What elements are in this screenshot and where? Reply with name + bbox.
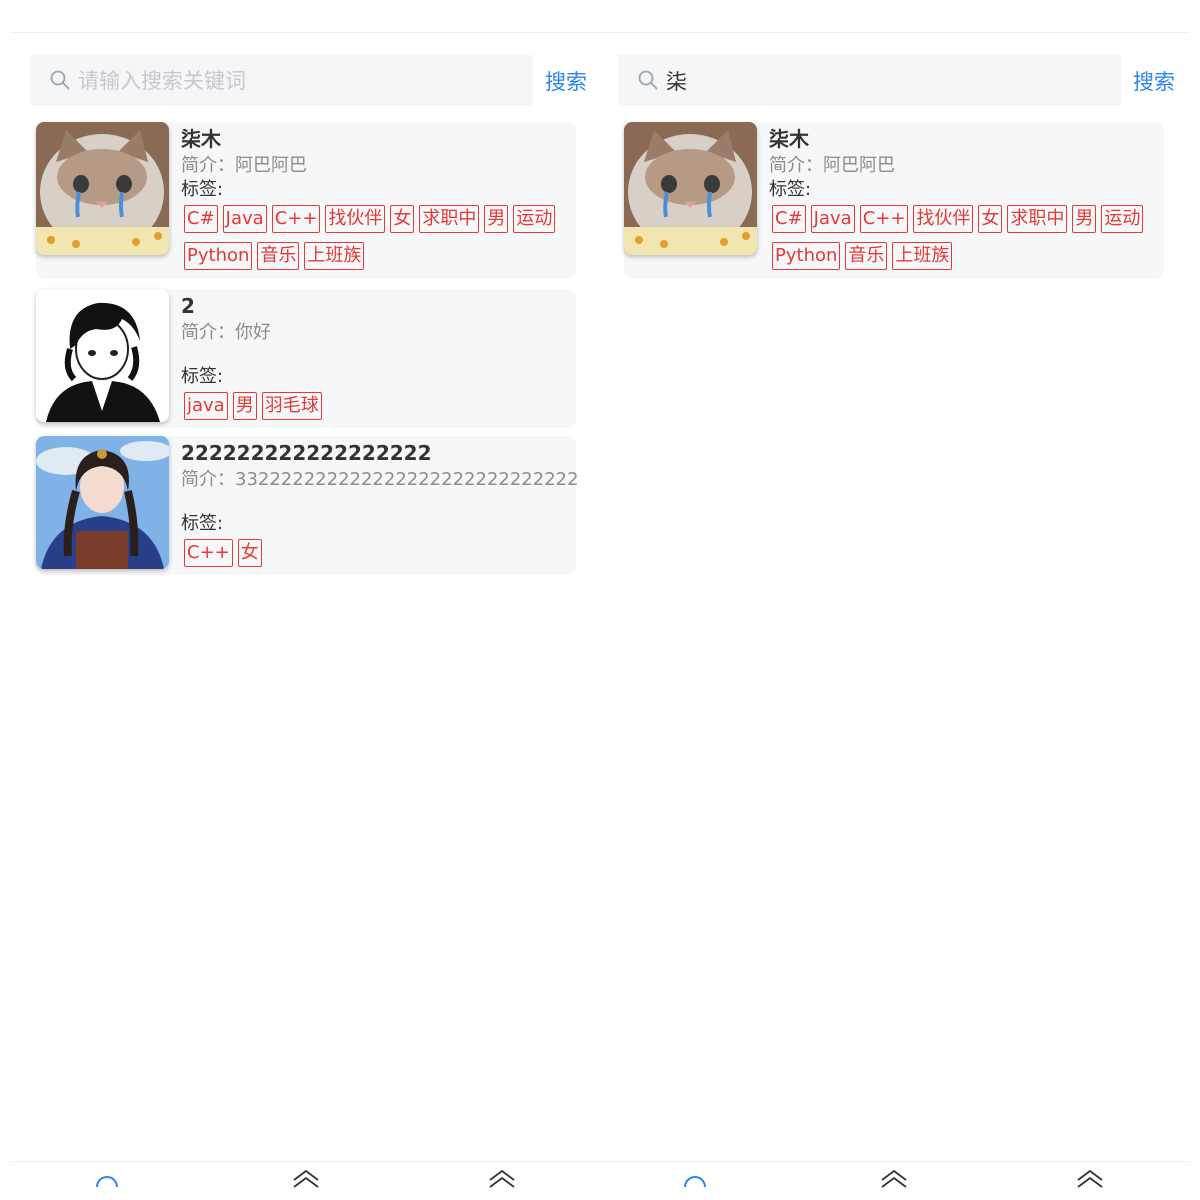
tag: Java [222,205,267,233]
user-info: 2 简介：你好 标签: java 男 羽毛球 [181,292,571,427]
search-icon [50,70,70,90]
tag: Python [184,242,253,270]
tag-list: C++ 女 [184,537,571,574]
girl-photo-avatar [36,436,169,569]
user-intro: 简介：332222222222222222222222222222 [181,469,579,490]
user-card[interactable]: 柒木 简介：阿巴阿巴 标签: C# Java C++ 找伙伴 女 求职中 男 运… [624,122,1164,279]
search-results-pane-left: 搜索 [30,55,595,575]
search-box[interactable] [618,55,1121,106]
cat-avatar [624,122,757,255]
tag: Python [772,242,841,270]
tag: 音乐 [257,242,300,270]
tag: 上班族 [304,242,365,270]
loading-circle-icon[interactable] [682,1168,708,1190]
tags-label: 标签: [769,179,812,200]
search-results-pane-right: 搜索 [618,55,1183,279]
user-name: 柒木 [769,127,809,151]
search-box[interactable] [30,55,533,106]
tag: 女 [978,205,1003,233]
user-name: 2 [181,294,195,318]
tag: 运动 [513,205,556,233]
user-card[interactable]: 2 简介：你好 标签: java 男 羽毛球 [36,289,576,428]
tag: C# [772,205,806,233]
avatar [36,122,169,255]
top-divider [10,32,1190,33]
tags-label: 标签: [181,179,224,200]
avatar [624,122,757,255]
tag: java [184,392,228,420]
tags-label: 标签: [181,513,224,534]
tag: 音乐 [845,242,888,270]
double-chevron-up-icon[interactable] [881,1168,907,1190]
tag: 求职中 [419,205,480,233]
tag-list: C# Java C++ 找伙伴 女 求职中 男 运动 Python 音乐 上班族 [772,203,1159,277]
double-chevron-up-icon[interactable] [293,1168,319,1190]
search-bar: 搜索 [30,55,595,106]
tag: C++ [859,205,909,233]
tag: Java [810,205,855,233]
tag: 找伙伴 [913,205,974,233]
user-intro: 简介：阿巴阿巴 [181,155,307,176]
user-name: 222222222222222222 [181,441,432,465]
tag: 羽毛球 [261,392,322,420]
double-chevron-up-icon[interactable] [1077,1168,1103,1190]
search-bar: 搜索 [618,55,1183,106]
user-card[interactable]: 222222222222222222 简介：332222222222222222… [36,436,579,575]
search-button[interactable]: 搜索 [1133,66,1175,96]
tag: C++ [271,205,321,233]
tag: 找伙伴 [325,205,386,233]
tags-label: 标签: [181,366,224,387]
search-input[interactable] [666,63,1106,99]
anime-boy-avatar [36,289,169,422]
tag-list: java 男 羽毛球 [184,390,571,427]
double-chevron-up-icon[interactable] [489,1168,515,1190]
tag: C# [184,205,218,233]
tag: C++ [184,539,233,567]
tabbar-divider [10,1161,1190,1162]
user-info: 柒木 简介：阿巴阿巴 标签: C# Java C++ 找伙伴 女 求职中 男 运… [769,125,1159,277]
cat-avatar [36,122,169,255]
user-intro: 简介：你好 [181,322,271,343]
user-intro: 简介：阿巴阿巴 [769,155,895,176]
search-button[interactable]: 搜索 [545,66,587,96]
tag: 上班族 [892,242,953,270]
tag: 女 [390,205,415,233]
search-input[interactable] [78,63,518,99]
user-card[interactable]: 柒木 简介：阿巴阿巴 标签: C# Java C++ 找伙伴 女 求职中 男 运… [36,122,576,279]
avatar [36,289,169,422]
user-info: 柒木 简介：阿巴阿巴 标签: C# Java C++ 找伙伴 女 求职中 男 运… [181,125,571,277]
tag: 运动 [1101,205,1144,233]
tag: 男 [484,205,509,233]
tag: 女 [237,539,262,567]
tag: 男 [232,392,257,420]
loading-circle-icon[interactable] [94,1168,120,1190]
search-icon [638,70,658,90]
user-info: 222222222222222222 简介：332222222222222222… [181,439,579,574]
tag: 求职中 [1007,205,1068,233]
tag-list: C# Java C++ 找伙伴 女 求职中 男 运动 Python 音乐 上班族 [184,203,571,277]
user-name: 柒木 [181,127,221,151]
tag: 男 [1072,205,1097,233]
avatar [36,436,169,569]
